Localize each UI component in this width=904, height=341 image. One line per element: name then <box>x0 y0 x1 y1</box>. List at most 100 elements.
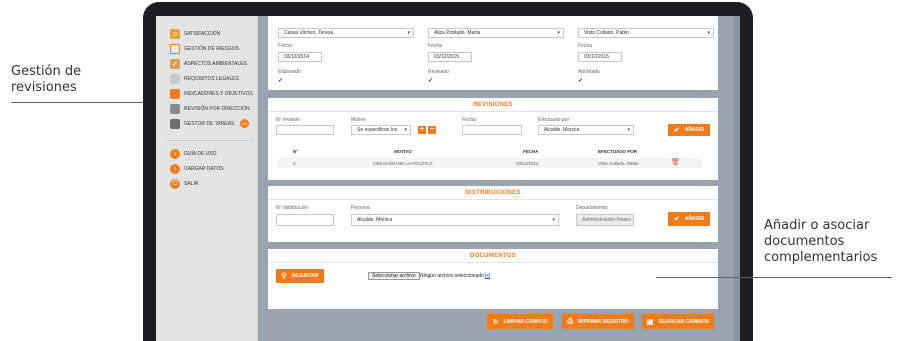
ndist-input[interactable] <box>276 214 334 226</box>
review-icon <box>170 104 180 114</box>
column-header-fecha: FECHA <box>523 149 539 154</box>
elaborado-label: Elaborado <box>278 69 301 75</box>
remove-motivo-button[interactable]: − <box>428 126 436 134</box>
sidebar-item-cargar[interactable]: ↑ Cargar datos <box>170 163 224 175</box>
add-motivo-button[interactable]: + <box>418 126 426 134</box>
clear-fields-button[interactable]: ↻ Limpiar campos <box>487 314 553 329</box>
motivo-label: Motivo <box>351 117 366 123</box>
documentos-panel: DOCUMENTOS ⚲ Adjuntar Seleccionar archiv… <box>268 249 718 309</box>
column-header-efectuado: EFECTUADO POR <box>598 149 638 154</box>
satisfaction-icon: ☺ <box>170 29 180 39</box>
printer-icon: ⎙ <box>567 317 574 325</box>
sidebar-item-ambientales[interactable]: ✓ Aspectos ambientales <box>170 58 247 70</box>
clear-fields-label: Limpiar campos <box>503 318 548 325</box>
aprobado-checkbox[interactable]: ✓ <box>578 78 584 84</box>
approval-panel: Casas Vilchez, Teresa ▾ Aliza Poblado, M… <box>268 16 718 90</box>
scrollbar[interactable] <box>734 16 740 341</box>
efectuado-select[interactable]: Alcalde, Monica ▾ <box>538 125 634 135</box>
departamento-label: Departamento <box>576 205 608 211</box>
nrev-label: Nº revisión <box>276 117 301 123</box>
sidebar-item-indicadores[interactable]: Indicadores y objetivos <box>170 88 253 100</box>
sidebar-item-salir[interactable]: ⏻ Salir <box>170 178 198 190</box>
file-select-button[interactable]: Seleccionar archivo <box>368 272 420 280</box>
distribuciones-panel: DISTRIBUCIONES Nº distribución Persona A… <box>268 186 718 242</box>
file-status-text: Ningún archivo seleccionado <box>420 273 484 279</box>
fecha-revision-input[interactable] <box>462 125 522 135</box>
elaborado-checkbox[interactable]: ✓ <box>278 78 284 84</box>
fecha-label: Fecha <box>578 43 592 49</box>
documents-callout: Añadir o asociar documentos complementar… <box>764 218 878 265</box>
save-changes-button[interactable]: ▣ Guardar cambios <box>642 314 714 329</box>
clear-file-link[interactable]: [x] <box>485 273 490 279</box>
legal-icon <box>170 74 180 84</box>
revisado-select[interactable]: Aliza Poblado, Marta ▾ <box>428 28 564 38</box>
adjuntar-button[interactable]: ⚲ Adjuntar <box>276 269 324 283</box>
chevron-down-icon: ▾ <box>627 127 630 133</box>
nrev-input[interactable] <box>276 125 334 135</box>
persona-value: Alcalde, Monica <box>357 217 393 223</box>
revision-callout: Gestión de revisiones <box>11 64 82 95</box>
elaborado-select[interactable]: Casas Vilchez, Teresa ▾ <box>278 28 414 38</box>
fecha-aprobado-input[interactable]: 03/12/2015 <box>578 52 622 62</box>
column-header-motivo: MOTIVO <box>394 149 412 154</box>
main-content: Casas Vilchez, Teresa ▾ Aliza Poblado, M… <box>258 16 740 341</box>
revisiones-title: REVISIONES <box>473 102 513 108</box>
distribuciones-title: DISTRIBUCIONES <box>465 190 521 196</box>
sidebar-item-label: Gestor de tareas <box>184 121 235 127</box>
sidebar-item-legales[interactable]: Requisitos legales <box>170 73 239 85</box>
chevron-down-icon: ▾ <box>407 30 410 36</box>
sidebar-item-revision-direccion[interactable]: Revisión por dirección <box>170 103 250 115</box>
revisado-checkbox[interactable]: ✓ <box>428 78 434 84</box>
fecha-elaborado-input[interactable]: 03/12/2014 <box>278 52 322 62</box>
check-icon: ✔ <box>673 216 680 223</box>
paperclip-icon: ⚲ <box>281 273 287 280</box>
revisiones-panel: REVISIONES Nº revisión Motivo Se especif… <box>268 98 718 180</box>
sidebar-divider <box>166 140 254 141</box>
sidebar-item-label: Salir <box>184 181 199 187</box>
motivo-select[interactable]: Se especifican los ▾ <box>351 125 411 135</box>
sidebar-item-label: Guía de uso <box>184 151 217 157</box>
persona-label: Persona <box>351 205 370 211</box>
check-icon: ✔ <box>673 127 680 134</box>
sidebar-item-label: Requisitos legales <box>184 76 239 82</box>
documentos-title: DOCUMENTOS <box>469 253 517 259</box>
tasks-icon <box>170 119 180 129</box>
sidebar-item-label: Gestión de riesgos <box>184 46 240 52</box>
persona-select[interactable]: Alcalde, Monica ▾ <box>351 214 559 226</box>
sidebar-item-riesgos[interactable]: Gestión de riesgos <box>170 43 239 55</box>
save-changes-label: Guardar cambios <box>658 318 710 325</box>
revisado-label: Revisado <box>428 69 449 75</box>
chevron-down-icon: ▾ <box>552 217 555 223</box>
sidebar-item-guia[interactable]: i Guía de uso <box>170 148 217 160</box>
fecha-revisado-input[interactable]: 03/12/2015 <box>428 52 472 62</box>
risk-icon <box>170 44 180 54</box>
efectuado-value: Alcalde, Monica <box>544 127 580 133</box>
power-icon: ⏻ <box>170 179 180 189</box>
efectuado-label: Efectuado por <box>538 117 570 123</box>
environment-icon: ✓ <box>170 59 180 69</box>
divider <box>268 199 718 200</box>
elaborado-value: Casas Vilchez, Teresa <box>284 30 334 36</box>
row-efectuado: Visto Collado, Pablo <box>598 161 639 166</box>
divider <box>268 262 718 263</box>
sidebar-item-label: Cargar datos <box>184 166 224 172</box>
aprobado-select[interactable]: Visto Collado, Pablo ▾ <box>578 28 714 38</box>
indicators-icon <box>170 89 180 99</box>
documents-callout-line <box>656 277 892 278</box>
aprobado-value: Visto Collado, Pablo <box>584 30 629 36</box>
revisado-value: Aliza Poblado, Marta <box>434 30 481 36</box>
save-icon: ▣ <box>646 318 654 326</box>
sidebar-item-label: Indicadores y objetivos <box>184 91 253 97</box>
sidebar-item-satisfaccion[interactable]: ☺ Satisfacción <box>170 28 220 40</box>
app-screen: ☺ Satisfacción Gestión de riesgos ✓ Aspe… <box>156 16 740 341</box>
departamento-field: Administración-Financ <box>576 214 634 226</box>
motivo-value: Se especifican los <box>357 127 398 133</box>
trash-icon[interactable]: 🗑 <box>671 158 680 166</box>
sidebar-item-label: Revisión por dirección <box>184 106 250 112</box>
print-record-button[interactable]: ⎙ Imprimir registro <box>562 314 634 329</box>
adjuntar-label: Adjuntar <box>291 273 319 279</box>
add-revision-button[interactable]: ✔ Añadir <box>668 124 710 136</box>
row-fecha: 03/12/2012 <box>516 161 539 166</box>
sidebar-item-tareas[interactable]: Gestor de tareas 99 <box>170 118 256 130</box>
add-distribucion-button[interactable]: ✔ Añadir <box>668 212 710 226</box>
